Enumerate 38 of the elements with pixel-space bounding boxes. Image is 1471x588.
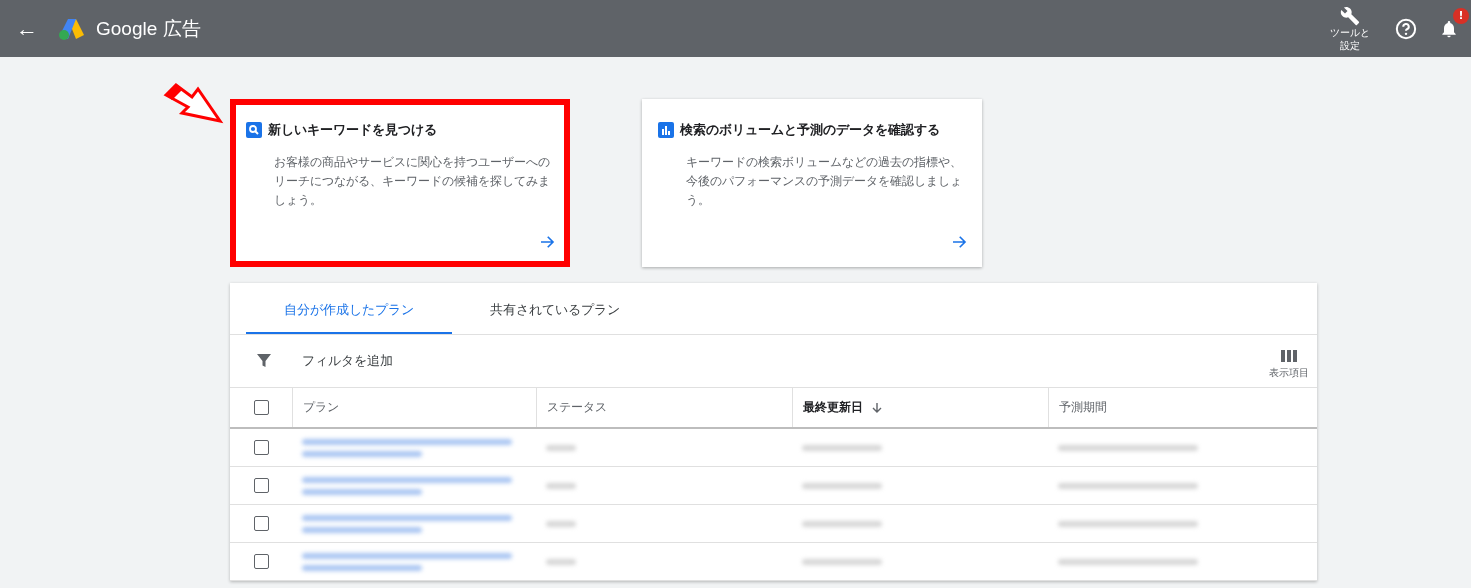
columns-button[interactable]: 表示項目: [1269, 342, 1309, 380]
column-header[interactable]: 最終更新日: [792, 388, 1048, 427]
wrench-icon: [1340, 5, 1360, 26]
redacted-text: [546, 444, 576, 451]
row-checkbox[interactable]: [253, 516, 269, 531]
column-header[interactable]: 予測期間: [1048, 388, 1317, 427]
help-icon[interactable]: [1395, 17, 1417, 40]
sort-arrow-icon[interactable]: [871, 401, 883, 414]
bar-chart-icon: [658, 122, 674, 138]
row-checkbox[interactable]: [253, 440, 269, 455]
card-title: 新しいキーワードを見つける: [268, 121, 437, 139]
row-checkbox[interactable]: [253, 478, 269, 493]
tab[interactable]: 共有されているプラン: [452, 283, 658, 334]
search-icon: [246, 122, 262, 138]
columns-icon: [1281, 350, 1297, 362]
redacted-text: [546, 558, 576, 565]
redacted-text: [546, 520, 576, 527]
tools-settings-button[interactable]: ツールと設定: [1327, 5, 1373, 52]
add-filter-button[interactable]: フィルタを追加: [296, 351, 399, 371]
card-description: お客様の商品やサービスに関心を持つユーザーへのリーチにつながる、キーワードの候補を探してみましょう。: [274, 154, 551, 209]
option-card[interactable]: 検索のボリュームと予測のデータを確認する キーワードの検索ボリュームなどの過去の指標や、今後のパフォーマンスの予測データを確認しましょう。: [642, 99, 982, 267]
row-checkbox[interactable]: [253, 554, 269, 569]
arrow-right-icon[interactable]: [950, 233, 968, 251]
app-title: Google 広告: [96, 16, 201, 41]
back-button[interactable]: ←: [8, 15, 46, 42]
tab[interactable]: 自分が作成したプラン: [246, 283, 452, 334]
filter-icon[interactable]: [256, 353, 272, 369]
card-title: 検索のボリュームと予測のデータを確認する: [680, 121, 940, 139]
pointer-arrow-drawing: [162, 81, 224, 125]
redacted-text: [546, 482, 576, 489]
select-all-checkbox[interactable]: [253, 400, 269, 415]
option-card[interactable]: 新しいキーワードを見つける お客様の商品やサービスに関心を持つユーザーへのリーチにつながる、キーワードの候補を探してみましょう。: [230, 99, 570, 267]
column-header[interactable]: ステータス: [536, 388, 792, 427]
logo-icon: [58, 16, 86, 41]
card-description: キーワードの検索ボリュームなどの過去の指標や、今後のパフォーマンスの予測データを確認しましょう。: [686, 154, 963, 209]
arrow-right-icon[interactable]: [538, 233, 556, 251]
notification-badge: !: [1453, 7, 1469, 24]
column-header[interactable]: プラン: [292, 388, 536, 427]
